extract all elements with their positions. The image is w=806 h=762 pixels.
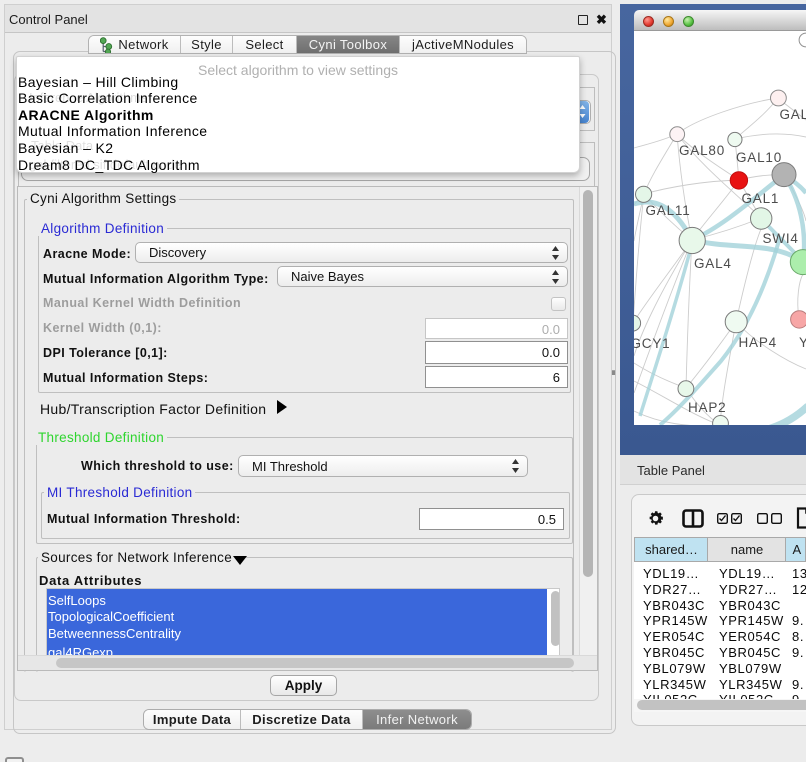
svg-text:GAL7: GAL7 bbox=[780, 107, 806, 122]
svg-text:GCY1: GCY1 bbox=[634, 336, 670, 351]
svg-text:GAL4: GAL4 bbox=[694, 256, 732, 271]
svg-text:HAP4: HAP4 bbox=[739, 335, 777, 350]
svg-text:GAL80: GAL80 bbox=[679, 143, 725, 158]
svg-text:YE: YE bbox=[799, 335, 806, 350]
svg-text:HAP2: HAP2 bbox=[688, 400, 726, 415]
svg-text:GAL10: GAL10 bbox=[736, 150, 782, 165]
svg-text:GAL11: GAL11 bbox=[646, 203, 691, 218]
svg-text:GAL1: GAL1 bbox=[742, 191, 780, 206]
svg-text:SWI4: SWI4 bbox=[763, 231, 799, 246]
